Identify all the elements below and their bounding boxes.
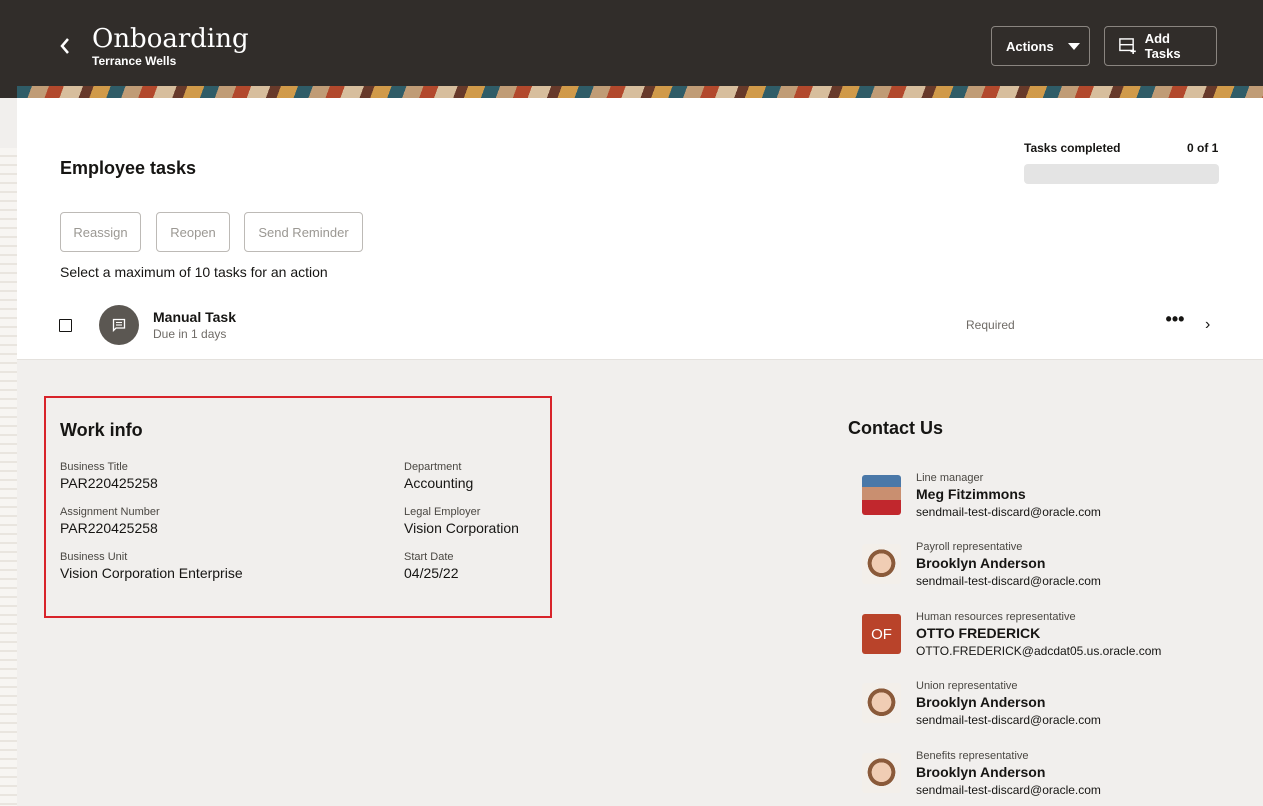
reassign-button[interactable]: Reassign <box>60 212 141 252</box>
reopen-button[interactable]: Reopen <box>156 212 230 252</box>
contact-role: Benefits representative <box>916 750 1029 762</box>
contact-email[interactable]: OTTO.FREDERICK@adcdat05.us.oracle.com <box>916 644 1161 658</box>
page-title: Onboarding <box>92 24 249 54</box>
chat-icon <box>112 318 126 332</box>
tasks-completed-count: 0 of 1 <box>1187 141 1219 155</box>
field-value: PAR220425258 <box>60 475 158 491</box>
contact-name: Meg Fitzimmons <box>916 486 1026 502</box>
avatar-initials: OF <box>862 614 901 654</box>
work-info-title: Work info <box>60 420 143 440</box>
contact-role: Human resources representative <box>916 611 1076 623</box>
employee-tasks-title: Employee tasks <box>60 158 197 178</box>
legal-employer-field: Legal Employer Vision Corporation <box>404 506 519 536</box>
contact-payroll-representative: Payroll representative Brooklyn Anderson… <box>862 541 1242 591</box>
field-value: Vision Corporation Enterprise <box>60 565 243 581</box>
more-options-icon[interactable]: ••• <box>1163 310 1187 332</box>
tasks-progress-bar <box>1024 164 1219 184</box>
field-label: Business Unit <box>60 551 128 563</box>
avatar <box>862 544 901 584</box>
add-task-icon <box>1119 38 1136 54</box>
contact-line-manager: Line manager Meg Fitzimmons sendmail-tes… <box>862 472 1242 522</box>
field-label: Department <box>404 461 462 473</box>
field-label: Legal Employer <box>404 506 481 518</box>
add-tasks-button[interactable]: Add Tasks <box>1104 26 1217 66</box>
contact-email[interactable]: sendmail-test-discard@oracle.com <box>916 574 1101 588</box>
contact-email[interactable]: sendmail-test-discard@oracle.com <box>916 505 1101 519</box>
chevron-left-icon <box>60 38 69 54</box>
task-type-avatar <box>99 305 139 345</box>
decorative-banner <box>17 86 1263 98</box>
send-reminder-button[interactable]: Send Reminder <box>244 212 363 252</box>
avatar <box>862 475 901 515</box>
employee-tasks-panel: Employee tasks Tasks completed 0 of 1 Re… <box>17 98 1263 360</box>
contact-hr-representative: OF Human resources representative OTTO F… <box>862 611 1242 661</box>
field-label: Business Title <box>60 461 128 473</box>
contact-email[interactable]: sendmail-test-discard@oracle.com <box>916 713 1101 727</box>
contact-name: Brooklyn Anderson <box>916 694 1046 710</box>
task-row[interactable]: Manual Task Due in 1 days Required ••• › <box>17 296 1263 356</box>
contact-role: Union representative <box>916 680 1018 692</box>
actions-button[interactable]: Actions <box>991 26 1090 66</box>
selection-limit-note: Select a maximum of 10 tasks for an acti… <box>60 264 328 280</box>
field-value: Vision Corporation <box>404 520 519 536</box>
back-button[interactable] <box>52 30 78 62</box>
task-due: Due in 1 days <box>153 327 227 341</box>
page-subtitle: Terrance Wells <box>92 54 177 68</box>
contact-email[interactable]: sendmail-test-discard@oracle.com <box>916 783 1101 797</box>
task-checkbox[interactable] <box>59 319 72 332</box>
task-status: Required <box>966 318 1015 332</box>
add-tasks-label: Add Tasks <box>1144 31 1181 61</box>
start-date-field: Start Date 04/25/22 <box>404 551 459 581</box>
contact-role: Payroll representative <box>916 541 1023 553</box>
chevron-right-icon[interactable]: › <box>1205 316 1221 334</box>
department-field: Department Accounting <box>404 461 473 491</box>
contact-us-title: Contact Us <box>848 418 944 438</box>
avatar <box>862 753 901 793</box>
field-value: PAR220425258 <box>60 520 158 536</box>
avatar <box>862 683 901 723</box>
business-title-field: Business Title PAR220425258 <box>60 461 158 491</box>
field-value: 04/25/22 <box>404 565 459 581</box>
contact-name: Brooklyn Anderson <box>916 764 1046 780</box>
contact-name: OTTO FREDERICK <box>916 625 1041 641</box>
task-name[interactable]: Manual Task <box>153 309 236 325</box>
field-label: Start Date <box>404 551 454 563</box>
work-info-card: Work info Business Title PAR220425258 De… <box>44 396 552 618</box>
page-header: Onboarding Terrance Wells Actions Add Ta… <box>0 0 1263 98</box>
tasks-completed-label: Tasks completed <box>1024 141 1121 155</box>
contact-role: Line manager <box>916 472 984 484</box>
caret-down-icon <box>1067 42 1080 50</box>
actions-label: Actions <box>1006 38 1054 54</box>
field-value: Accounting <box>404 475 474 491</box>
decorative-side-strip <box>0 148 17 806</box>
field-label: Assignment Number <box>60 506 160 518</box>
contact-union-representative: Union representative Brooklyn Anderson s… <box>862 680 1242 730</box>
contact-name: Brooklyn Anderson <box>916 555 1046 571</box>
business-unit-field: Business Unit Vision Corporation Enterpr… <box>60 551 243 581</box>
assignment-number-field: Assignment Number PAR220425258 <box>60 506 160 536</box>
contact-benefits-representative: Benefits representative Brooklyn Anderso… <box>862 750 1242 800</box>
